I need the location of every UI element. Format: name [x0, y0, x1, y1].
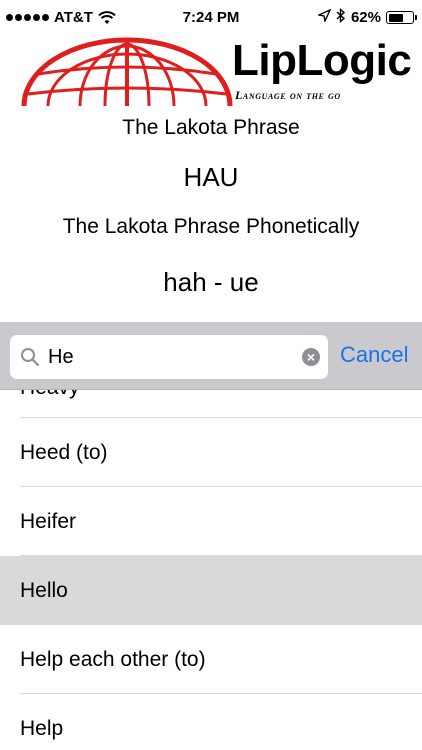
clear-search-icon[interactable]: ×	[302, 348, 320, 366]
list-item-label: Help each other (to)	[20, 647, 206, 671]
phrase-label: The Lakota Phrase	[122, 116, 300, 139]
status-right: 62%	[316, 7, 417, 27]
battery-fill	[388, 13, 403, 22]
search-icon	[20, 347, 40, 372]
logo-tagline: Language on the go	[235, 88, 341, 102]
phonetic-label: The Lakota Phrase Phonetically	[62, 215, 360, 238]
list-item-label: Hello	[20, 578, 68, 602]
list-item[interactable]: Help	[0, 694, 422, 750]
list-item[interactable]: Hello	[0, 556, 422, 625]
results-list[interactable]: Heavy Heed (to) Heifer Hello Help each o…	[0, 390, 422, 750]
list-item-label: Heifer	[20, 509, 77, 533]
list-item-label: Heavy	[20, 390, 80, 400]
search-bar: × Cancel	[0, 322, 422, 390]
bluetooth-icon	[336, 7, 346, 27]
phrase-value: HAU	[183, 162, 239, 192]
results-rows: Heed (to) Heifer Hello Help each other (…	[0, 418, 422, 750]
status-bar: AT&T 7:24 PM 62%	[0, 0, 422, 34]
search-input[interactable]	[48, 335, 298, 379]
screen: AT&T 7:24 PM 62% LipLogic Language on th…	[0, 0, 422, 750]
list-item[interactable]: Help each other (to)	[0, 625, 422, 694]
list-item[interactable]: Heed (to)	[0, 418, 422, 487]
cancel-button[interactable]: Cancel	[340, 342, 408, 368]
list-item[interactable]: Heifer	[0, 487, 422, 556]
phonetic-value: hah - ue	[163, 267, 259, 297]
battery-icon	[386, 11, 417, 24]
liplogic-logo: LipLogic Language on the go	[0, 30, 422, 110]
logo-title: LipLogic	[232, 36, 412, 85]
list-item-label: Heed (to)	[20, 440, 108, 464]
battery-percent: 62%	[350, 9, 381, 26]
location-arrow-icon	[316, 8, 332, 26]
list-item-label: Help	[20, 716, 64, 740]
list-item-partial[interactable]: Heavy	[0, 390, 422, 418]
globe-logo-icon	[21, 37, 233, 107]
search-field[interactable]: ×	[10, 335, 328, 379]
